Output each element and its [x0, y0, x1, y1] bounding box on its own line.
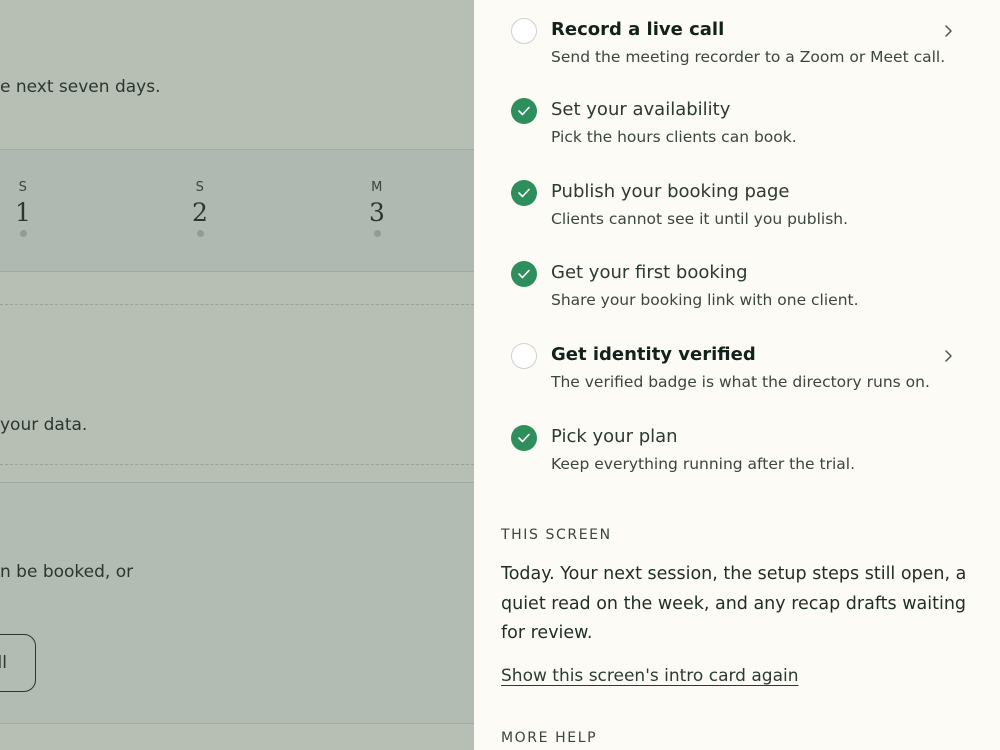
day-cell[interactable]: S 2	[180, 180, 220, 237]
check-circle-icon	[511, 98, 537, 124]
event-dot	[19, 230, 27, 237]
this-screen-description: Today. Your next session, the setup step…	[501, 564, 967, 643]
step-subtitle: Send the meeting recorder to a Zoom or M…	[551, 48, 946, 66]
step-title: Get identity verified	[551, 344, 756, 365]
step-subtitle: The verified badge is what the directory…	[551, 373, 930, 391]
setup-step-publish[interactable]: Publish your booking page Clients cannot…	[511, 180, 971, 254]
event-dot	[373, 230, 381, 237]
day-letter: S	[195, 180, 205, 195]
background-card	[0, 483, 474, 724]
show-intro-card-link[interactable]: Show this screen's intro card again	[501, 666, 799, 686]
setup-step-plan[interactable]: Pick your plan Keep everything running a…	[511, 425, 971, 499]
setup-step-first-booking[interactable]: Get your first booking Share your bookin…	[511, 261, 971, 335]
check-circle-icon	[511, 425, 537, 451]
empty-circle-icon	[511, 343, 537, 369]
check-circle-icon	[511, 180, 537, 206]
background-button-label: ll	[0, 653, 7, 673]
week-strip: S 1 S 2 M 3	[0, 150, 474, 272]
step-subtitle: Keep everything running after the trial.	[551, 455, 856, 473]
day-cell[interactable]: M 3	[357, 180, 397, 237]
more-help-heading: MORE HELP	[501, 730, 598, 746]
day-letter: M	[371, 180, 383, 195]
step-subtitle: Share your booking link with one client.	[551, 291, 859, 309]
step-subtitle: Pick the hours clients can book.	[551, 128, 797, 146]
dashed-divider	[0, 304, 474, 305]
step-title: Pick your plan	[551, 426, 678, 447]
setup-step-record-call[interactable]: Record a live call Send the meeting reco…	[511, 18, 971, 92]
day-cell[interactable]: S 1	[3, 180, 43, 237]
step-subtitle: Clients cannot see it until you publish.	[551, 210, 849, 228]
data-text: your data.	[0, 415, 88, 435]
empty-circle-icon	[511, 18, 537, 44]
background-button[interactable]: ll	[0, 634, 36, 692]
day-number: 3	[369, 198, 385, 227]
event-dot	[196, 230, 204, 237]
setup-step-availability[interactable]: Set your availability Pick the hours cli…	[511, 98, 971, 172]
divider	[0, 271, 474, 272]
step-title: Publish your booking page	[551, 181, 790, 202]
chevron-right-icon	[945, 25, 952, 37]
step-title: Set your availability	[551, 99, 731, 120]
check-circle-icon	[511, 261, 537, 287]
chevron-right-icon	[945, 350, 952, 362]
day-number: 2	[192, 198, 208, 227]
step-title: Get your first booking	[551, 262, 748, 283]
this-screen-heading: THIS SCREEN	[501, 527, 612, 543]
setup-step-identity[interactable]: Get identity verified The verified badge…	[511, 343, 971, 417]
help-drawer: Record a live call Send the meeting reco…	[474, 0, 1000, 750]
next-days-text: e next seven days.	[0, 77, 161, 97]
step-title: Record a live call	[551, 19, 725, 40]
booked-text: n be booked, or	[0, 562, 134, 582]
day-letter: S	[18, 180, 28, 195]
day-number: 1	[15, 198, 31, 227]
divider	[0, 723, 474, 724]
dashed-divider	[0, 464, 474, 465]
background-page: e next seven days. S 1 S 2 M 3 your data…	[0, 0, 474, 750]
